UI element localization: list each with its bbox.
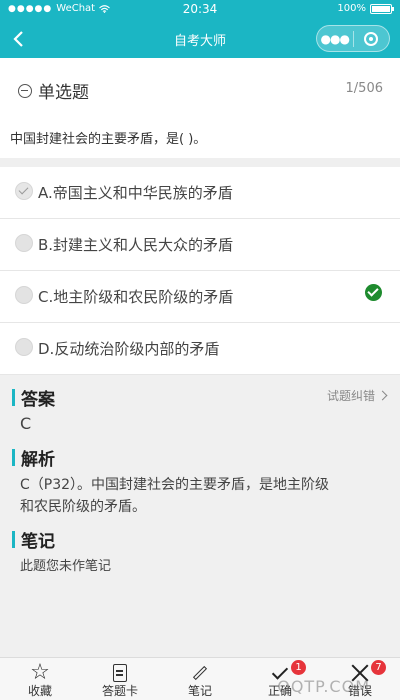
battery-icon <box>370 3 394 14</box>
favorite-label: 收藏 <box>27 684 52 698</box>
radio-checked-icon <box>15 182 33 200</box>
notes-heading: 笔记 <box>12 527 55 552</box>
analysis-line: C（P32）。中国封建社会的主要矛盾，是地主阶级 <box>20 477 330 493</box>
collapse-icon <box>18 83 32 98</box>
status-right: 100% <box>337 3 394 14</box>
analysis-panel: 答案 试题纠错 C 解析 C（P32）。中国封建社会的主要矛盾，是地主阶级 和农… <box>0 375 400 657</box>
analysis-title: 解析 <box>21 450 55 470</box>
correct-check-icon <box>365 284 382 301</box>
accent-bar <box>12 389 15 406</box>
answer-card-label: 答题卡 <box>101 684 138 698</box>
question-type[interactable]: 单选题 <box>18 78 89 103</box>
option-c[interactable]: C.地主阶级和农民阶级的矛盾 <box>0 271 400 323</box>
correct-count-badge: 1 <box>291 660 306 675</box>
analysis-heading: 解析 <box>12 445 55 470</box>
option-label: B.封建主义和人民大众的矛盾 <box>38 236 234 254</box>
report-error-label: 试题纠错 <box>326 389 375 403</box>
option-b[interactable]: B.封建主义和人民大众的矛盾 <box>0 219 400 271</box>
option-label: C.地主阶级和农民阶级的矛盾 <box>38 288 234 306</box>
mini-program-capsule: ●●● <box>316 25 390 52</box>
radio-icon <box>15 286 33 304</box>
radio-icon <box>15 338 33 356</box>
question-header: 单选题 1/506 <box>0 58 400 118</box>
note-label: 笔记 <box>187 684 212 698</box>
option-d[interactable]: D.反动统治阶级内部的矛盾 <box>0 323 400 375</box>
nav-bar: 自考大师 ●●● <box>0 20 400 58</box>
status-bar: ●●●●● WeChat 20:34 100% <box>0 0 400 20</box>
close-button[interactable] <box>353 31 389 46</box>
chevron-right-icon <box>377 390 388 401</box>
answer-value: C <box>20 414 32 433</box>
question-progress: 1/506 <box>345 81 383 96</box>
notes-body: 此题您未作笔记 <box>20 559 112 574</box>
wrong-count-badge: 7 <box>371 660 386 675</box>
favorite-button[interactable]: ☆ 收藏 <box>0 658 80 700</box>
note-button[interactable]: 笔记 <box>160 658 240 700</box>
question-type-label: 单选题 <box>38 83 89 103</box>
option-label: A.帝国主义和中华民族的矛盾 <box>38 184 233 202</box>
accent-bar <box>12 449 15 466</box>
option-label: D.反动统治阶级内部的矛盾 <box>38 340 220 358</box>
star-icon: ☆ <box>30 660 50 685</box>
analysis-body: C（P32）。中国封建社会的主要矛盾，是地主阶级 和农民阶级的矛盾。 <box>20 474 329 518</box>
notes-title: 笔记 <box>21 532 55 552</box>
target-icon <box>364 31 379 46</box>
report-error-link[interactable]: 试题纠错 <box>326 387 388 404</box>
battery-percent: 100% <box>337 3 366 14</box>
option-a[interactable]: A.帝国主义和中华民族的矛盾 <box>0 167 400 219</box>
watermark: QQTP.COM <box>277 677 370 696</box>
answer-title: 答案 <box>21 390 55 410</box>
pencil-icon <box>192 665 208 681</box>
radio-icon <box>15 234 33 252</box>
section-divider <box>0 158 400 167</box>
answer-card-icon <box>113 664 127 682</box>
accent-bar <box>12 531 15 548</box>
analysis-line: 和农民阶级的矛盾。 <box>20 499 146 515</box>
answer-heading: 答案 <box>12 385 55 410</box>
question-text: 中国封建社会的主要矛盾，是( )。 <box>10 132 207 147</box>
answer-card-button[interactable]: 答题卡 <box>80 658 160 700</box>
more-button[interactable]: ●●● <box>317 32 353 46</box>
